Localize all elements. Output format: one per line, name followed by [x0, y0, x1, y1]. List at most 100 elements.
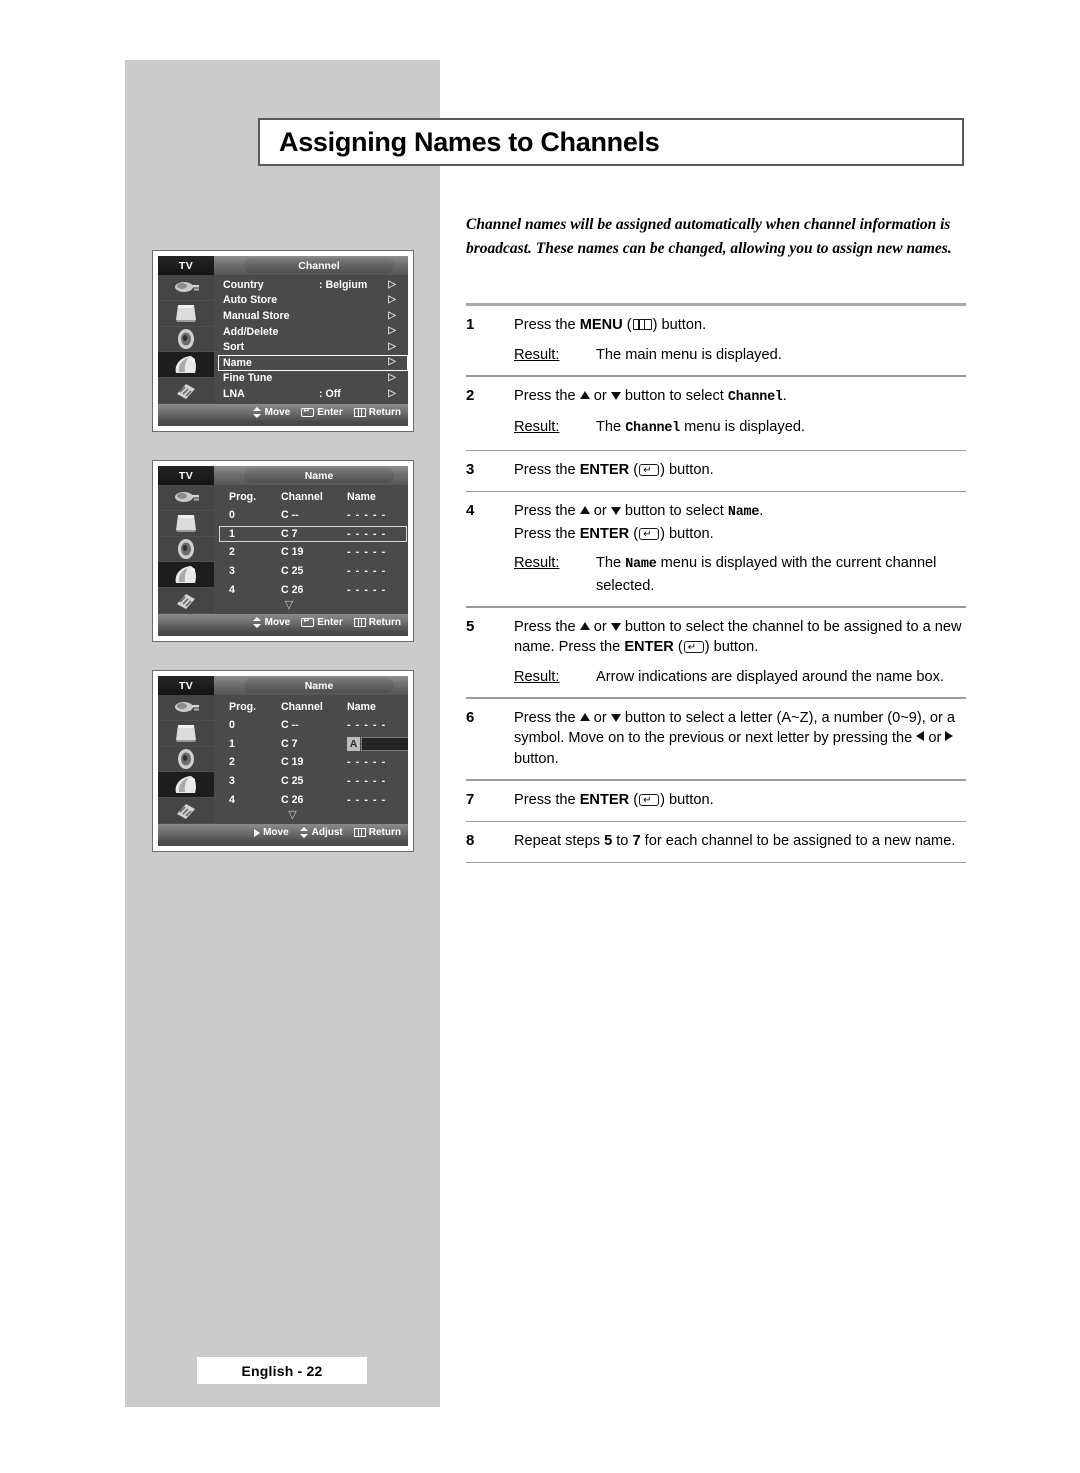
channel-dish-icon[interactable] [158, 772, 214, 799]
table-row[interactable]: 4 C 26 - - - - - [218, 580, 408, 599]
antenna-icon[interactable] [158, 695, 214, 721]
step-result: Result: The Name menu is displayed with … [514, 553, 966, 596]
chevron-right-icon: ▷ [388, 372, 396, 384]
hint-enter: Enter [301, 406, 343, 418]
channel-dish-icon[interactable] [158, 562, 214, 589]
step-result: Result: The Channel menu is displayed. [514, 417, 966, 440]
step-body: Press the ENTER (↵) button. [514, 790, 966, 811]
menu-item-sort[interactable]: Sort ▷ [218, 339, 408, 355]
column-header-name: Name [347, 700, 376, 713]
osd-menu-title: Name [244, 678, 394, 693]
menu-item-lna[interactable]: LNA : Off ▷ [218, 386, 408, 402]
step-number: 8 [466, 832, 475, 850]
table-row[interactable]: 1 C 7 - - - - - [218, 525, 408, 544]
osd-menu-title: Name [244, 468, 394, 483]
osd-source-label: TV [158, 676, 214, 695]
cell-name: - - - - - [347, 719, 387, 732]
step-6: 6 Press the or button to select a letter… [466, 699, 966, 780]
hint-label: Move [264, 617, 291, 628]
down-arrow-icon [610, 391, 621, 400]
osd-screen: TV Name Prog. Channel Name 0 C -- - - - … [158, 676, 408, 846]
enter-button-label: ENTER [579, 792, 630, 809]
cell-name: - - - - - [347, 565, 387, 578]
menu-key-icon [353, 408, 366, 417]
intro-paragraph: Channel names will be assigned automatic… [466, 216, 952, 257]
cell-prog: 3 [229, 775, 235, 788]
picture-tv-icon[interactable] [158, 720, 214, 747]
menu-item-auto-store[interactable]: Auto Store ▷ [218, 293, 408, 309]
step-text: Press the or button to select a letter (… [514, 709, 955, 767]
cell-name-editor[interactable]: A [347, 736, 408, 751]
step-5: 5 Press the or button to select the chan… [466, 608, 966, 698]
table-header-row: Prog. Channel Name [218, 487, 408, 506]
name-edit-box[interactable]: A [347, 736, 408, 751]
step-text: Press the ENTER (↵) button. [514, 462, 714, 479]
hint-label: Return [368, 617, 401, 628]
step-8: 8 Repeat steps 5 to 7 for each channel t… [466, 822, 966, 862]
table-row[interactable]: 4 C 26 - - - - - [218, 790, 408, 809]
result-label: Result: [514, 346, 560, 363]
step-number: 7 [466, 791, 475, 809]
table-row[interactable]: 2 C 19 - - - - - [218, 753, 408, 772]
table-row[interactable]: 3 C 25 - - - - - [218, 562, 408, 581]
osd-icon-rail [158, 485, 214, 614]
osd-screen: TV Channel Country: Belgium ▷ Auto Stor… [158, 256, 408, 426]
hint-label: Adjust [311, 827, 343, 838]
cell-name: - - - - - [347, 527, 387, 540]
table-row[interactable]: 0 C -- - - - - - [218, 716, 408, 735]
step-number: 6 [466, 708, 475, 726]
osd-icon-rail [158, 695, 214, 824]
divider [466, 861, 966, 864]
name-edit-current-char[interactable]: A [347, 736, 360, 751]
speaker-icon[interactable] [158, 746, 214, 773]
setup-hand-icon[interactable] [158, 588, 214, 614]
menu-item-country[interactable]: Country : Belgium ▷ [218, 277, 408, 293]
channel-dish-icon[interactable] [158, 352, 214, 379]
chevron-right-icon: ▷ [388, 340, 396, 352]
name-edit-field[interactable] [361, 736, 408, 751]
osd-titlebar: TV Name [158, 466, 408, 485]
table-row[interactable]: 3 C 25 - - - - - [218, 772, 408, 791]
menu-name-channel: Channel [625, 421, 681, 437]
setup-hand-icon[interactable] [158, 378, 214, 404]
table-row-editing[interactable]: 1 C 7 A [218, 735, 408, 754]
chevron-right-icon: ▷ [388, 309, 396, 321]
step-body: Press the or button to select a letter (… [514, 708, 966, 770]
table-row[interactable]: 2 C 19 - - - - - [218, 543, 408, 562]
antenna-icon[interactable] [158, 485, 214, 511]
result-text: The Channel menu is displayed. [596, 419, 805, 437]
menu-item-manual-store[interactable]: Manual Store ▷ [218, 308, 408, 324]
hint-label: Move [264, 407, 291, 418]
result-label: Result: [514, 419, 560, 436]
step-text: Press the ENTER (↵) button. [514, 792, 714, 809]
menu-item-value: : Off [319, 387, 341, 400]
menu-item-name[interactable]: Name ▷ [218, 354, 408, 371]
menu-item-label: LNA [223, 387, 245, 400]
table-row[interactable]: 0 C -- - - - - - [218, 506, 408, 525]
menu-item-add-delete[interactable]: Add/Delete ▷ [218, 324, 408, 340]
picture-tv-icon[interactable] [158, 510, 214, 537]
column-header-prog: Prog. [229, 700, 257, 713]
osd-titlebar: TV Channel [158, 256, 408, 275]
antenna-icon[interactable] [158, 275, 214, 301]
cell-name: - - - - - [347, 775, 387, 788]
picture-tv-icon[interactable] [158, 300, 214, 327]
enter-button-icon: ↵ [683, 641, 704, 654]
osd-body: Country : Belgium ▷ Auto Store ▷ Manual … [158, 275, 408, 404]
cell-name: - - - - - [347, 546, 387, 559]
menu-item-label: Fine Tune [223, 372, 273, 385]
menu-key-icon [353, 618, 366, 627]
right-arrow-icon [254, 828, 261, 837]
setup-hand-icon[interactable] [158, 798, 214, 824]
cell-channel: C 19 [281, 756, 304, 769]
menu-item-fine-tune[interactable]: Fine Tune ▷ [218, 371, 408, 387]
hint-label: Return [368, 827, 401, 838]
osd-icon-rail [158, 275, 214, 404]
step-3: 3 Press the ENTER (↵) button. [466, 451, 966, 491]
result-text: The Name menu is displayed with the curr… [596, 555, 937, 594]
speaker-icon[interactable] [158, 326, 214, 353]
menu-name-name: Name [625, 557, 657, 573]
column-header-channel: Channel [281, 700, 323, 713]
step-text: Repeat steps 5 to 7 for each channel to … [514, 833, 956, 850]
speaker-icon[interactable] [158, 536, 214, 563]
